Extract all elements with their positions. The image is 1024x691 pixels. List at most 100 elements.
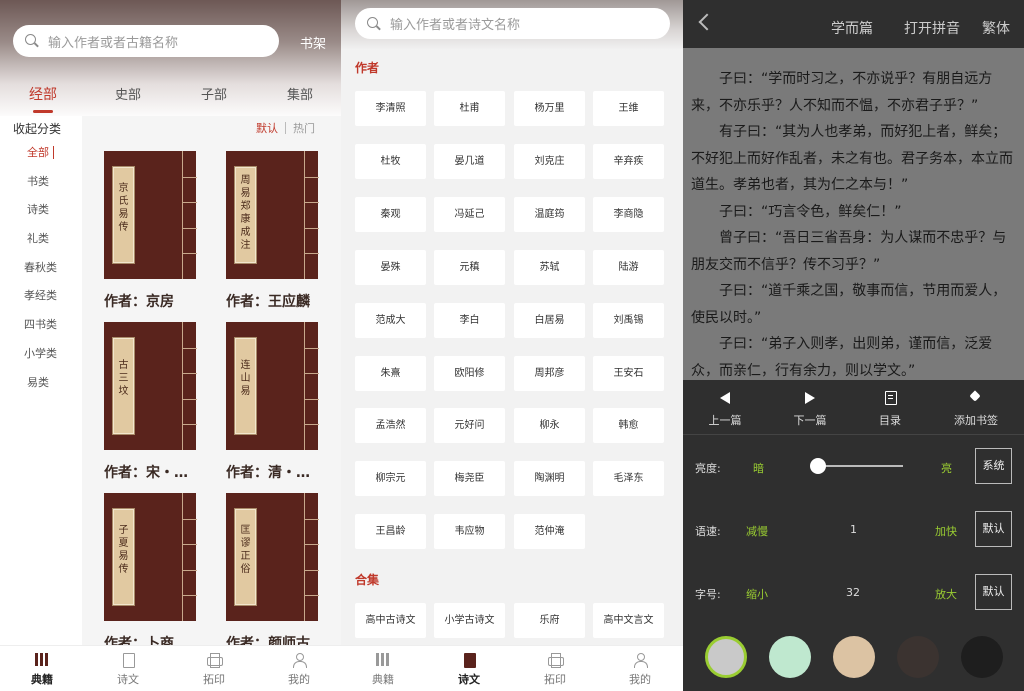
sort-hot[interactable]: 热门	[293, 122, 315, 135]
book-cover[interactable]: 周易郑康成注	[226, 151, 319, 279]
author-chip[interactable]: 元稹	[434, 249, 505, 285]
speed-default-button[interactable]: 默认	[975, 511, 1012, 547]
author-chip[interactable]: 晏殊	[355, 249, 426, 285]
author-chip[interactable]: 李清照	[355, 91, 426, 126]
author-chip[interactable]: 梅尧臣	[434, 461, 505, 497]
category-item[interactable]: 孝经类	[0, 287, 82, 316]
book-binding	[304, 322, 319, 450]
author-chip[interactable]: 元好问	[434, 408, 505, 444]
author-chip[interactable]: 杜牧	[355, 143, 426, 179]
author-chip[interactable]: 柳宗元	[355, 461, 426, 497]
author-chip[interactable]: 李白	[434, 302, 505, 338]
author-chip[interactable]: 朱熹	[355, 355, 426, 391]
table-of-contents-button[interactable]: 目录	[855, 388, 925, 428]
author-chip[interactable]: 杨万里	[514, 91, 585, 126]
author-chip[interactable]: 白居易	[514, 302, 585, 338]
tab-poetry[interactable]: 诗文	[441, 646, 497, 691]
toggle-pinyin-button[interactable]: 打开拼音	[904, 18, 960, 38]
author-chip[interactable]: 柳永	[514, 408, 585, 444]
category-item[interactable]: 四书类	[0, 316, 82, 345]
collection-chip[interactable]: 小学古诗文	[434, 603, 505, 638]
author-chip[interactable]: 范仲淹	[514, 514, 585, 550]
category-item[interactable]: 礼类	[0, 230, 82, 259]
author-chip[interactable]: 晏几道	[434, 143, 505, 179]
system-brightness-button[interactable]: 系统	[975, 448, 1012, 484]
category-item[interactable]: 诗类	[0, 201, 82, 230]
book-cover[interactable]: 子夏易传	[104, 493, 197, 621]
theme-swatch[interactable]	[769, 636, 811, 678]
theme-swatch[interactable]	[705, 636, 747, 678]
sort-default[interactable]: 默认	[256, 122, 278, 135]
book-binding	[182, 322, 197, 450]
collapse-categories-button[interactable]: 收起分类	[13, 120, 61, 137]
traditional-chinese-button[interactable]: 繁体	[982, 18, 1010, 38]
author-chip[interactable]: 冯延己	[434, 196, 505, 232]
author-chip[interactable]: 李商隐	[593, 196, 664, 232]
search-input[interactable]: 输入作者或者诗文名称	[355, 8, 670, 39]
speed-decrease-button[interactable]: 减慢	[746, 523, 768, 539]
tab-jing[interactable]: 经部	[29, 84, 57, 113]
font-increase-button[interactable]: 放大	[935, 586, 957, 602]
author-chip[interactable]: 王昌龄	[355, 514, 426, 550]
bookshelf-button[interactable]: 书架	[300, 33, 326, 52]
book-cover[interactable]: 匡谬正俗	[226, 493, 319, 621]
author-chip[interactable]: 刘克庄	[514, 143, 585, 179]
book-cover[interactable]: 京氏易传	[104, 151, 197, 279]
theme-swatch[interactable]	[833, 636, 875, 678]
tab-label: 我的	[288, 673, 310, 686]
book-cover[interactable]: 连山易	[226, 322, 319, 450]
tab-mine[interactable]: 我的	[612, 646, 668, 691]
tab-shi[interactable]: 史部	[115, 84, 141, 103]
reader-top-bar: 学而篇 打开拼音 繁体	[683, 0, 1024, 48]
font-default-button[interactable]: 默认	[975, 574, 1012, 610]
author-chip[interactable]: 温庭筠	[514, 196, 585, 232]
tab-rubbing[interactable]: 拓印	[186, 646, 242, 691]
printer-icon	[548, 653, 564, 668]
category-item[interactable]: 书类	[0, 173, 82, 202]
category-item[interactable]: 全部	[0, 144, 82, 173]
tab-classics[interactable]: 典籍	[14, 646, 70, 691]
back-arrow-icon[interactable]	[698, 13, 716, 31]
speed-increase-button[interactable]: 加快	[935, 523, 957, 539]
brightness-slider[interactable]	[809, 458, 903, 474]
author-chip[interactable]: 范成大	[355, 302, 426, 338]
author-chip[interactable]: 周邦彦	[514, 355, 585, 391]
author-chip[interactable]: 毛泽东	[593, 461, 664, 497]
collection-chip[interactable]: 高中文言文	[593, 603, 664, 638]
author-chip[interactable]: 秦观	[355, 196, 426, 232]
next-chapter-button[interactable]: 下一篇	[775, 388, 845, 428]
tab-mine[interactable]: 我的	[271, 646, 327, 691]
theme-swatch[interactable]	[961, 636, 1003, 678]
category-item[interactable]: 小学类	[0, 345, 82, 374]
author-chip[interactable]: 韦应物	[434, 514, 505, 550]
author-chip[interactable]: 韩愈	[593, 408, 664, 444]
author-chip[interactable]: 陶渊明	[514, 461, 585, 497]
tab-ji[interactable]: 集部	[287, 84, 313, 103]
author-chip[interactable]: 欧阳修	[434, 355, 505, 391]
author-chip[interactable]: 陆游	[593, 249, 664, 285]
tab-poetry[interactable]: 诗文	[100, 646, 156, 691]
author-chip[interactable]: 苏轼	[514, 249, 585, 285]
search-input[interactable]: 输入作者或者古籍名称	[13, 25, 279, 57]
collection-chip[interactable]: 乐府	[514, 603, 585, 638]
tab-classics[interactable]: 典籍	[355, 646, 411, 691]
add-bookmark-button[interactable]: 添加书签	[941, 388, 1011, 428]
author-chip[interactable]: 王安石	[593, 355, 664, 391]
author-chip[interactable]: 杜甫	[434, 91, 505, 126]
previous-chapter-button[interactable]: 上一篇	[690, 388, 760, 428]
collection-chip[interactable]: 高中古诗文	[355, 603, 426, 638]
category-item[interactable]: 春秋类	[0, 259, 82, 288]
tab-zi[interactable]: 子部	[201, 84, 227, 103]
text-paragraph: 曾子曰：“吾日三省吾身：为人谋而不忠乎？与朋友交而不信乎？传不习乎？”	[691, 230, 1007, 273]
author-chip[interactable]: 孟浩然	[355, 408, 426, 444]
author-chip[interactable]: 辛弃疾	[593, 143, 664, 179]
slider-knob[interactable]	[809, 458, 826, 474]
author-chip[interactable]: 刘禹锡	[593, 302, 664, 338]
book-cover[interactable]: 古三坟	[104, 322, 197, 450]
chapter-title[interactable]: 学而篇	[831, 18, 873, 38]
author-chip[interactable]: 王维	[593, 91, 664, 126]
category-item[interactable]: 易类	[0, 374, 82, 403]
theme-swatch[interactable]	[897, 636, 939, 678]
tab-rubbing[interactable]: 拓印	[527, 646, 583, 691]
font-decrease-button[interactable]: 缩小	[746, 586, 768, 602]
